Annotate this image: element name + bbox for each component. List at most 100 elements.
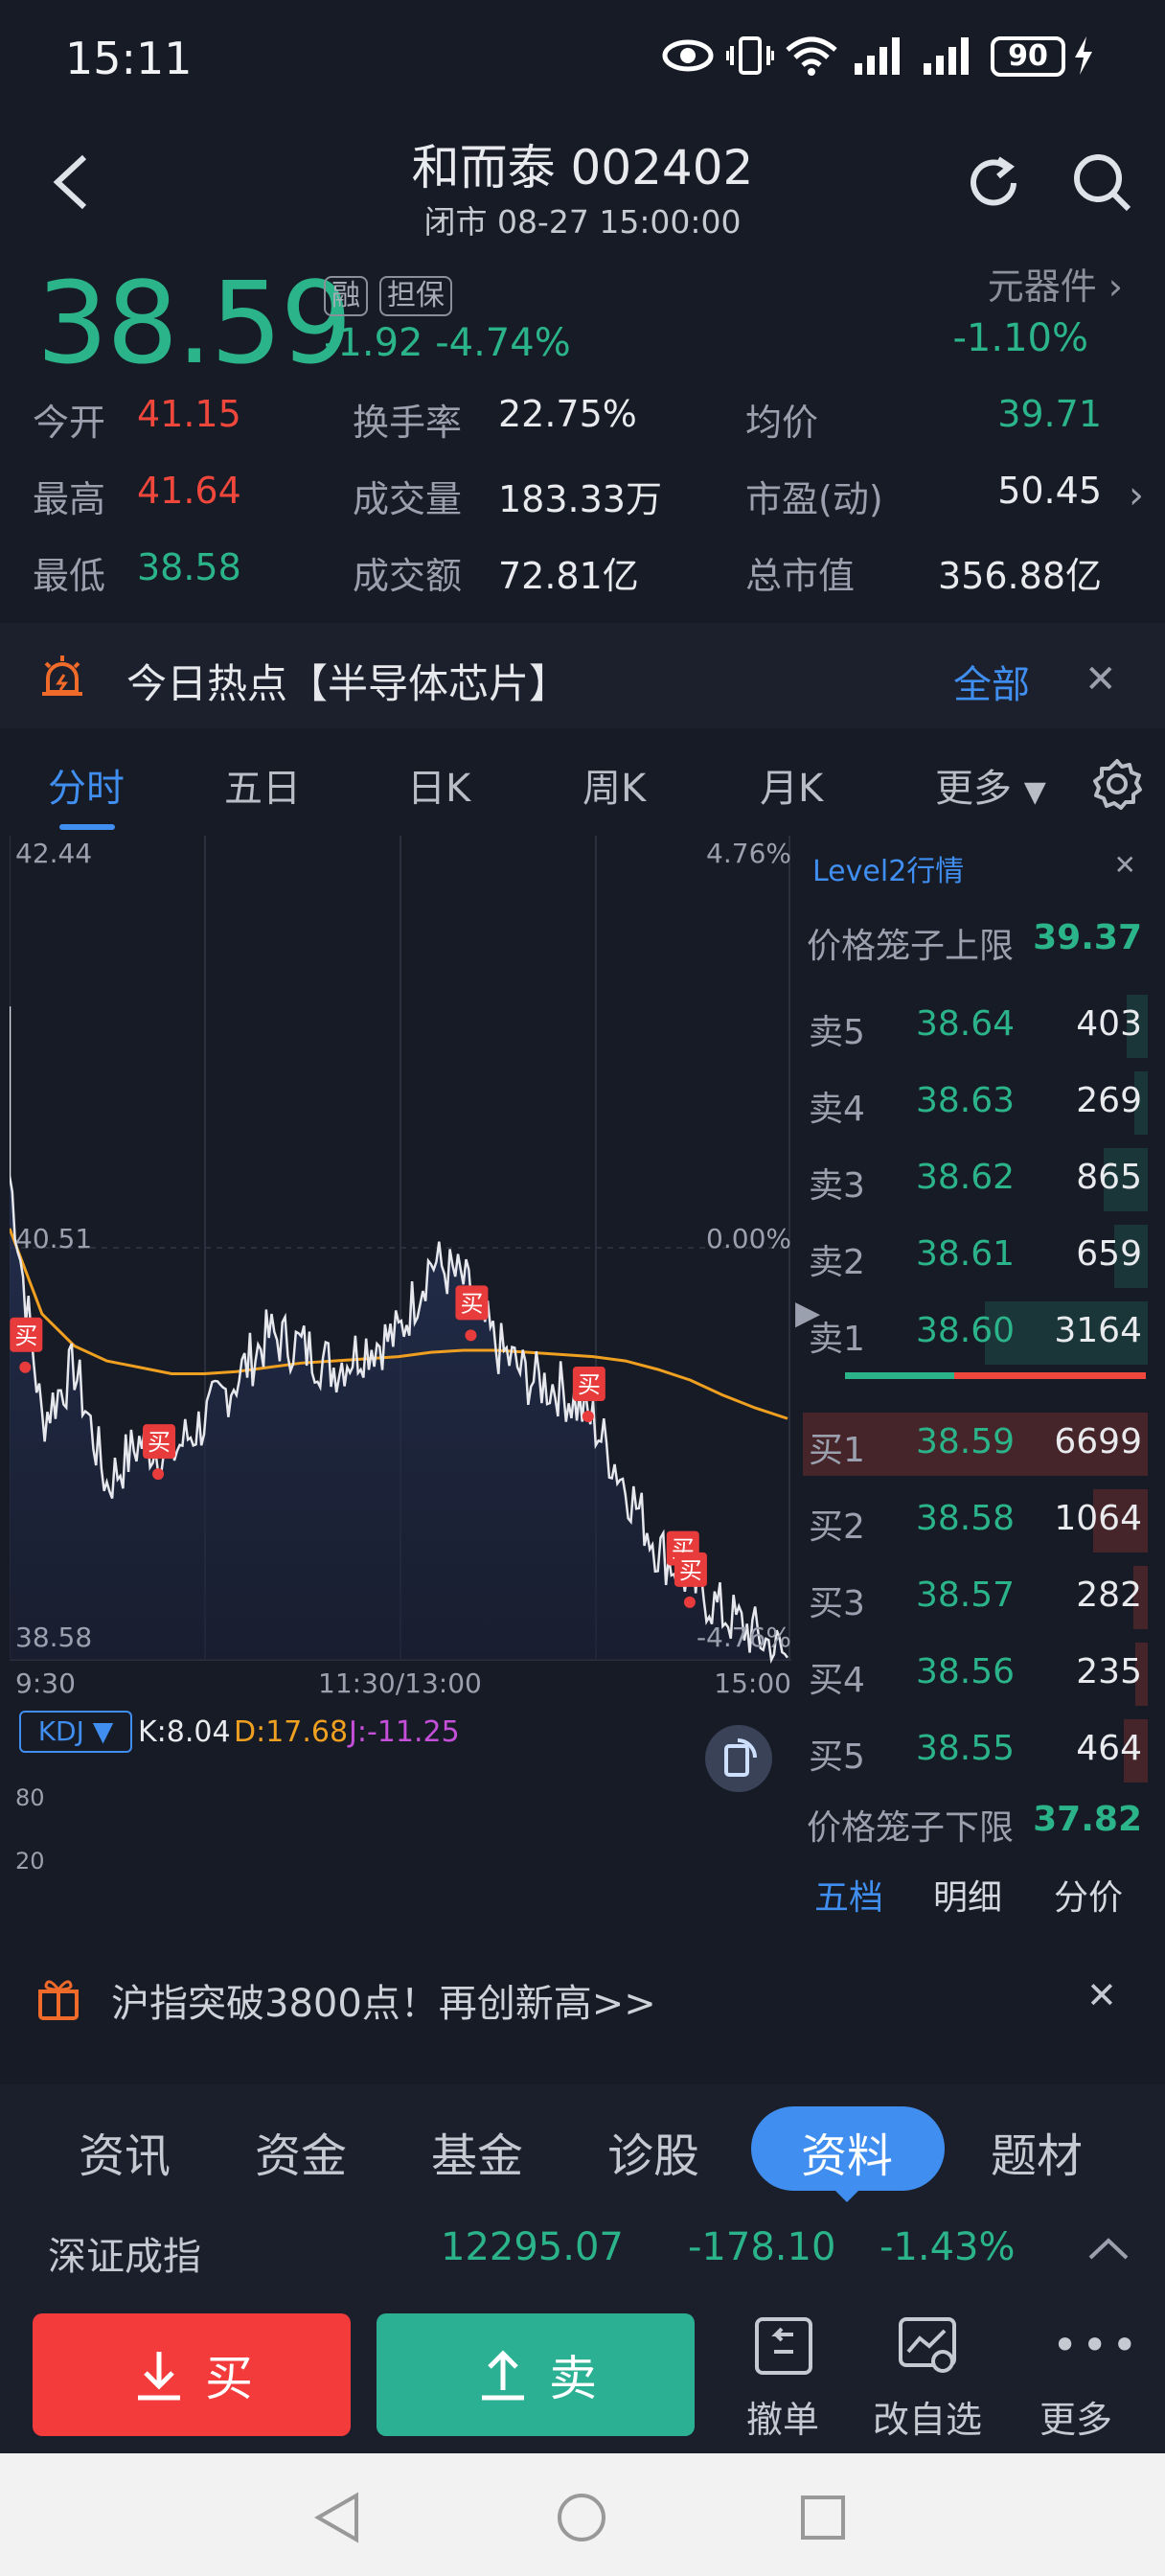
tab-fund[interactable]: 基金 xyxy=(431,2118,523,2185)
subtab-detail[interactable]: 明细 xyxy=(933,1870,1002,1920)
ask-row[interactable]: 卖1 38.60 3164 xyxy=(795,1301,1155,1365)
level2-panel: Level2行情 ✕ 价格笼子上限 39.37 卖5 38.64 403 卖4 38.6… xyxy=(795,836,1155,1919)
buy-marker-dot xyxy=(465,1329,477,1342)
stat-label: 总市值 xyxy=(745,555,856,597)
bid-row[interactable]: 买5 38.55 464 xyxy=(795,1719,1155,1782)
tab-intraday[interactable]: 分时 xyxy=(48,757,125,813)
bid-label: 买4 xyxy=(809,1661,865,1700)
stat-label: 换手率 xyxy=(353,402,463,444)
ask-bid-ratio-ask xyxy=(845,1372,954,1379)
stat-value: 50.45 xyxy=(997,470,1102,512)
chart-canvas: 买买买买买买 xyxy=(10,836,791,1665)
tab-diagnosis[interactable]: 诊股 xyxy=(607,2118,699,2185)
sell-button[interactable]: 卖 xyxy=(377,2313,695,2436)
chevron-right-icon[interactable]: › xyxy=(1129,473,1144,518)
close-icon[interactable]: ✕ xyxy=(1114,849,1136,881)
tab-theme[interactable]: 题材 xyxy=(991,2118,1083,2185)
stat-value: 39.71 xyxy=(997,393,1102,435)
status-clock: 15:11 xyxy=(65,33,193,84)
stat-label: 最低 xyxy=(33,555,106,597)
buy-marker-text: 买 xyxy=(679,1557,702,1584)
tab-more[interactable]: 更多 ▼ xyxy=(935,757,1046,813)
ask-row[interactable]: 卖5 38.64 403 xyxy=(795,995,1155,1058)
bid-label: 买2 xyxy=(809,1507,865,1547)
subtab-price-distribution[interactable]: 分价 xyxy=(1054,1870,1123,1920)
bid-volume: 235 xyxy=(1076,1652,1142,1691)
sector-link[interactable]: 元器件 › xyxy=(988,257,1123,310)
ask-row[interactable]: 卖4 38.63 269 xyxy=(795,1071,1155,1135)
stat-value: 356.88亿 xyxy=(938,555,1102,597)
stat-value: 72.81亿 xyxy=(498,555,639,597)
refresh-icon[interactable] xyxy=(962,151,1025,215)
ask-row[interactable]: 卖3 38.62 865 xyxy=(795,1148,1155,1211)
ask-price: 38.63 xyxy=(916,1081,1016,1120)
cancel-order-label[interactable]: 撤单 xyxy=(711,2390,855,2443)
upper-limit-label: 价格笼子上限 xyxy=(807,927,1015,966)
promo-text[interactable]: 沪指突破3800点！再创新高>> xyxy=(111,1972,656,2028)
signal-icon-2 xyxy=(924,37,969,75)
bid-row[interactable]: 买3 38.57 282 xyxy=(795,1566,1155,1629)
tab-more-label: 更多 xyxy=(935,767,1012,811)
x-axis-start: 9:30 xyxy=(15,1668,76,1699)
edit-watchlist-label[interactable]: 改自选 xyxy=(856,2390,999,2443)
pct-axis-mid: 0.00% xyxy=(706,1223,791,1254)
y-axis-top: 42.44 xyxy=(15,838,93,869)
sell-label: 卖 xyxy=(549,2351,597,2406)
chevron-up-icon[interactable] xyxy=(1086,2235,1131,2262)
stat-label: 最高 xyxy=(33,478,106,520)
nav-back-icon[interactable] xyxy=(312,2492,362,2543)
indicator-selector[interactable]: KDJ ▼ xyxy=(19,1711,132,1753)
nav-home-icon[interactable] xyxy=(556,2492,607,2543)
more-dots-icon[interactable]: ••• xyxy=(1052,2319,1141,2371)
bid-row[interactable]: 买4 38.56 235 xyxy=(795,1643,1155,1706)
kdj-k-value: K:8.04 xyxy=(138,1715,231,1749)
active-tab-pointer xyxy=(834,2189,860,2202)
signal-icon-1 xyxy=(855,37,900,75)
gear-icon[interactable] xyxy=(1090,757,1144,811)
buy-marker-text: 买 xyxy=(148,1429,171,1456)
tab-five-day[interactable]: 五日 xyxy=(224,757,301,813)
tab-profile[interactable]: 资料 xyxy=(801,2118,893,2185)
alarm-icon xyxy=(42,656,82,696)
upper-limit-value: 39.37 xyxy=(1033,918,1142,957)
intraday-chart[interactable]: 买买买买买买 42.44 40.51 38.58 4.76% 0.00% -4.… xyxy=(10,836,791,1699)
bid-volume: 6699 xyxy=(1054,1422,1142,1461)
stat-label: 今开 xyxy=(33,402,106,444)
bid-row[interactable]: 买1 38.59 6699 xyxy=(795,1413,1155,1476)
edit-watchlist-icon[interactable] xyxy=(895,2313,960,2379)
charging-icon xyxy=(1075,36,1092,75)
close-icon[interactable]: ✕ xyxy=(1085,657,1117,702)
buy-button[interactable]: 买 xyxy=(33,2313,351,2436)
y-axis-mid: 40.51 xyxy=(15,1223,93,1254)
x-axis-mid: 11:30/13:00 xyxy=(318,1668,482,1699)
stat-label: 市盈(动) xyxy=(745,478,883,520)
ask-volume: 865 xyxy=(1076,1158,1142,1197)
tab-weekly-k[interactable]: 周K xyxy=(582,757,646,813)
hot-topic-text[interactable]: 今日热点【半导体芯片】 xyxy=(126,652,569,710)
index-change: -178.10 xyxy=(688,2225,836,2269)
ask-label: 卖2 xyxy=(809,1243,865,1282)
search-icon[interactable] xyxy=(1071,151,1134,215)
nav-recents-icon[interactable] xyxy=(799,2494,847,2542)
bid-volume: 282 xyxy=(1076,1576,1142,1615)
kdj-20-label: 20 xyxy=(15,1848,45,1874)
close-icon[interactable]: ✕ xyxy=(1086,1974,1117,2016)
tab-news[interactable]: 资讯 xyxy=(79,2118,171,2185)
ask-row[interactable]: 卖2 38.61 659 xyxy=(795,1225,1155,1288)
index-name[interactable]: 深证成指 xyxy=(48,2225,201,2281)
more-label[interactable]: 更多 xyxy=(1004,2390,1148,2443)
download-arrow-icon xyxy=(138,2352,180,2401)
buy-marker-dot xyxy=(683,1596,696,1608)
hot-all-link[interactable]: 全部 xyxy=(953,654,1030,709)
tab-funds-flow[interactable]: 资金 xyxy=(255,2118,347,2185)
stat-value: 41.15 xyxy=(137,393,241,435)
tab-daily-k[interactable]: 日K xyxy=(407,757,470,813)
tab-monthly-k[interactable]: 月K xyxy=(760,757,823,813)
kdj-80-label: 80 xyxy=(15,1784,45,1811)
cancel-order-icon xyxy=(755,2317,812,2375)
bid-row[interactable]: 买2 38.58 1064 xyxy=(795,1489,1155,1552)
rotate-screen-button[interactable] xyxy=(705,1725,772,1792)
price-change: -1.92 -4.74% xyxy=(324,321,571,365)
tab-indicator xyxy=(59,824,115,830)
subtab-five-levels[interactable]: 五档 xyxy=(814,1870,883,1920)
